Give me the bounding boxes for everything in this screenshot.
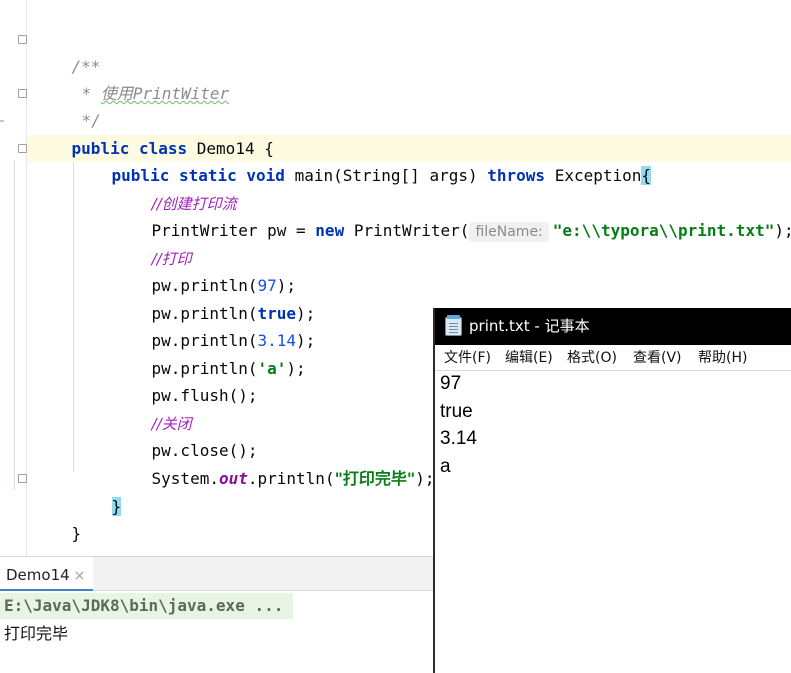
parameter-hint: fileName: — [469, 222, 549, 242]
notepad-menu-bar: 文件(F) 编辑(E) 格式(O) 查看(V) 帮助(H) — [435, 345, 791, 371]
notepad-line: a — [440, 455, 451, 477]
code-line-9: pw.println(97); — [113, 245, 297, 295]
code-line-17: } — [73, 466, 122, 516]
code-line-1: /** — [33, 26, 101, 76]
code-line-11: pw.println(3.14); — [113, 300, 316, 350]
main-signature: main(String[] args) — [294, 166, 478, 185]
code-line-4: public class Demo14 { — [33, 108, 274, 158]
notepad-line: 97 — [440, 373, 462, 394]
done-string: "打印完毕" — [334, 469, 416, 488]
fold-marker-javadoc-end[interactable] — [18, 89, 27, 98]
statement-end: ); — [774, 221, 791, 240]
indent-guide-class — [14, 160, 15, 490]
keyword-throws: throws — [487, 166, 546, 185]
notepad-window[interactable]: print.txt - 记事本 文件(F) 编辑(E) 格式(O) 查看(V) … — [433, 308, 791, 673]
run-tab-label: Demo14 — [6, 566, 70, 584]
system-prefix: System. — [151, 469, 219, 488]
fold-marker-main[interactable] — [18, 144, 27, 153]
code-line-6: //创建打印流 — [113, 163, 237, 213]
menu-file[interactable]: 文件(F) — [444, 345, 491, 371]
menu-format[interactable]: 格式(O) — [567, 345, 617, 371]
notepad-title-bar[interactable]: print.txt - 记事本 — [435, 308, 791, 345]
notepad-icon — [445, 315, 462, 336]
code-line-10: pw.println(true); — [113, 273, 316, 323]
close-icon[interactable]: × — [74, 568, 86, 584]
system-println: .println( — [247, 469, 335, 488]
printwriter-ctor: PrintWriter( — [353, 221, 470, 240]
run-command-line: E:\Java\JDK8\bin\java.exe ... — [0, 593, 293, 619]
gutter-change-marker — [0, 120, 4, 122]
file-path-string: "e:\\typora\\print.txt" — [552, 221, 775, 240]
method-close-brace: } — [111, 497, 122, 516]
fold-marker-javadoc[interactable] — [18, 35, 27, 44]
method-open-brace: { — [641, 166, 652, 185]
run-tab-bar: Demo14 × — [0, 557, 435, 591]
code-line-14: //关闭 — [113, 383, 192, 433]
statement-end: ); — [415, 469, 435, 488]
menu-view[interactable]: 查看(V) — [633, 345, 682, 371]
fold-marker-main-end[interactable] — [18, 474, 27, 483]
menu-help[interactable]: 帮助(H) — [698, 345, 747, 371]
code-line-15: pw.close(); — [113, 410, 258, 460]
run-tab-demo14[interactable]: Demo14 × — [0, 557, 94, 591]
statement-end: ); — [286, 359, 306, 378]
system-out: out — [218, 469, 248, 488]
menu-edit[interactable]: 编辑(E) — [505, 345, 553, 371]
exception-type: Exception — [554, 166, 642, 185]
code-line-12: pw.println('a'); — [113, 328, 306, 378]
code-line-7: PrintWriter pw = new PrintWriter(fileNam… — [113, 190, 791, 242]
keyword-new: new — [315, 221, 345, 240]
code-line-16: System.out.println("打印完毕"); — [113, 438, 435, 488]
code-line-13: pw.flush(); — [113, 355, 258, 405]
code-line-3: */ — [43, 80, 101, 130]
notepad-title: print.txt - 记事本 — [469, 317, 590, 335]
class-close-brace: } — [71, 524, 82, 543]
value-char-a: 'a' — [257, 359, 287, 378]
notepad-text-area[interactable]: 97 true 3.14 a — [440, 370, 477, 480]
notepad-line: 3.14 — [440, 428, 477, 449]
run-tool-window: Demo14 × E:\Java\JDK8\bin\java.exe ... 打印… — [0, 556, 435, 673]
code-line-18: } — [33, 493, 82, 543]
run-output-text: 打印完毕 — [4, 624, 69, 643]
code-line-2: * 使用PrintWiter — [43, 53, 230, 103]
javadoc-description: 使用PrintWiter — [100, 84, 230, 103]
code-line-8: //打印 — [113, 218, 192, 268]
notepad-line: true — [440, 400, 473, 422]
keyword-void: void — [246, 166, 285, 185]
code-line-5: public static void main(String[] args) t… — [73, 135, 652, 185]
